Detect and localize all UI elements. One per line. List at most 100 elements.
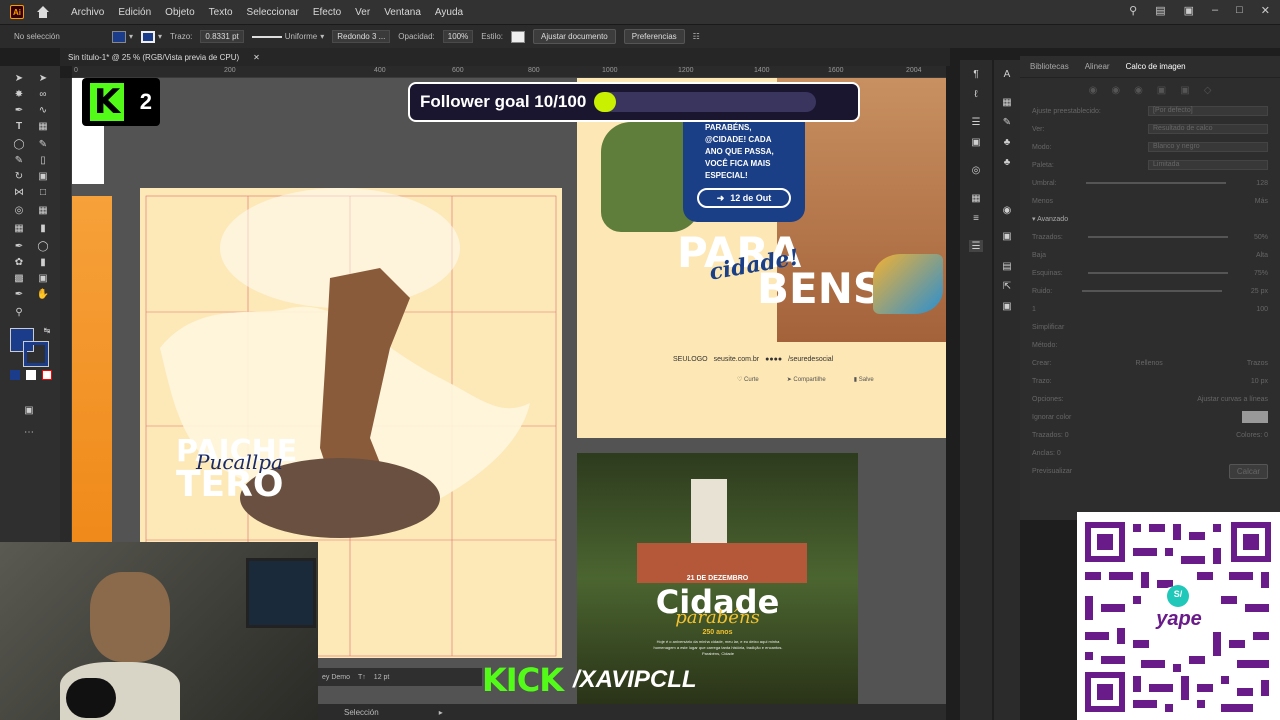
lasso-icon[interactable]: ∞	[36, 88, 50, 100]
bw-icon[interactable]: ▣	[1180, 85, 1189, 96]
artboard-tool-icon[interactable]: ▣	[36, 272, 50, 284]
shape-builder-icon[interactable]: ◎	[12, 204, 26, 216]
preferences-button[interactable]: Preferencias	[623, 29, 685, 44]
blend-tool-icon[interactable]: ◯	[36, 240, 50, 252]
menu-ver[interactable]: Ver	[348, 7, 377, 18]
snap-checkbox[interactable]: Ajustar curvas a líneas	[1197, 396, 1268, 403]
opacity-field[interactable]: 100%	[442, 30, 474, 43]
ignore-checkbox[interactable]: Ignorar color	[1032, 414, 1071, 421]
style-swatch[interactable]	[511, 30, 526, 43]
mode-dropdown[interactable]: Blanco y negro	[1148, 142, 1268, 152]
advanced-toggle[interactable]: ▾ Avanzado	[1020, 210, 1280, 228]
transform-icon[interactable]: ▦	[969, 192, 983, 204]
menu-edicion[interactable]: Edición	[111, 7, 158, 18]
swatches-icon[interactable]: ▦	[1000, 96, 1014, 108]
noise-value[interactable]: 25 px	[1251, 288, 1268, 295]
eraser-icon[interactable]: ▯	[36, 154, 50, 166]
appearance-icon[interactable]: ◎	[969, 164, 983, 176]
palette-dropdown[interactable]: Limitada	[1148, 160, 1268, 170]
free-transform-icon[interactable]: □	[36, 186, 50, 198]
zoom-tool-icon[interactable]: ⚲	[12, 306, 26, 318]
brushes-icon[interactable]: ✎	[1000, 116, 1014, 128]
scale-tool-icon[interactable]: ▣	[36, 170, 50, 182]
corners-value[interactable]: 75%	[1254, 270, 1268, 277]
stroke-panel-icon[interactable]: ☰	[969, 116, 983, 128]
eyedropper-icon[interactable]: ✒	[12, 240, 26, 252]
grid-tool-icon[interactable]: ▦	[36, 120, 50, 132]
close-icon[interactable]: ✕	[1261, 4, 1270, 17]
rotate-tool-icon[interactable]: ↻	[12, 170, 26, 182]
simplify-row[interactable]: Simplificar	[1020, 318, 1280, 336]
status-arrow-icon[interactable]: ▸	[439, 708, 443, 717]
tab-align[interactable]: Alinear	[1085, 62, 1110, 71]
symbols-icon[interactable]: ♣	[1000, 136, 1014, 148]
magic-wand-icon[interactable]: ✸	[12, 88, 26, 100]
strokes-checkbox[interactable]: Trazos	[1247, 360, 1268, 367]
stroke-color-box[interactable]	[23, 341, 49, 367]
variable-width-profile[interactable]: Uniforme ▾	[251, 32, 324, 41]
character-icon[interactable]: A	[1000, 68, 1014, 80]
color-mode-icon[interactable]	[10, 370, 20, 380]
view-dropdown[interactable]: Resultado de calco	[1148, 124, 1268, 134]
artboards-icon[interactable]: ▣	[1000, 230, 1014, 242]
menu-seleccionar[interactable]: Seleccionar	[240, 7, 306, 18]
type-tool-icon[interactable]: T	[12, 120, 26, 132]
graphic-styles-icon[interactable]: ♣	[1000, 156, 1014, 168]
hand-tool-icon[interactable]: ✋	[36, 288, 50, 300]
tab-image-trace[interactable]: Calco de imagen	[1126, 62, 1186, 71]
gradient-mode-icon[interactable]	[26, 370, 36, 380]
minimize-icon[interactable]: –	[1212, 4, 1218, 17]
search-icon[interactable]: ⚲	[1129, 4, 1137, 17]
high-color-icon[interactable]: ◉	[1111, 85, 1120, 96]
opentype-icon[interactable]: ℓ	[969, 88, 983, 100]
stroke-weight-field[interactable]: 0.8331 pt	[200, 30, 244, 43]
pen-tool-icon[interactable]: ✒	[12, 104, 26, 116]
more-tools-icon[interactable]: ⋯	[22, 426, 36, 438]
screen-mode-icon[interactable]: ▣	[22, 404, 36, 416]
mesh-tool-icon[interactable]: ▦	[12, 222, 26, 234]
width-tool-icon[interactable]: ⋈	[12, 186, 26, 198]
fill-swatch[interactable]: ▾	[112, 30, 133, 43]
artboards-panel-icon[interactable]: ▣	[1000, 300, 1014, 312]
brush-definition[interactable]: Redondo 3 ...	[332, 30, 391, 43]
menu-ventana[interactable]: Ventana	[377, 7, 428, 18]
asset-export-icon[interactable]: ▤	[1000, 260, 1014, 272]
document-tab[interactable]: Sin título-1* @ 25 % (RGB/Vista previa d…	[60, 48, 950, 66]
menu-efecto[interactable]: Efecto	[306, 7, 348, 18]
stroke-px[interactable]: 10 px	[1251, 378, 1268, 385]
font-family-field[interactable]: ey Demo	[322, 674, 350, 681]
slice-tool-icon[interactable]: ✒	[12, 288, 26, 300]
none-mode-icon[interactable]	[42, 370, 52, 380]
spray-icon[interactable]: ▮	[36, 256, 50, 268]
menu-archivo[interactable]: Archivo	[64, 7, 111, 18]
trace-button[interactable]: Calcar	[1228, 463, 1268, 479]
ellipse-tool-icon[interactable]: ◯	[12, 138, 26, 150]
preview-checkbox[interactable]: Previsualizar	[1032, 468, 1072, 475]
links-icon[interactable]: ⇱	[1000, 280, 1014, 292]
fills-checkbox[interactable]: Rellenos	[1136, 360, 1163, 367]
curvature-tool-icon[interactable]: ∿	[36, 104, 50, 116]
stroke-swatch[interactable]: ▾	[141, 30, 162, 43]
ignore-color-swatch[interactable]	[1242, 411, 1268, 423]
maximize-icon[interactable]: □	[1236, 4, 1243, 17]
tab-libraries[interactable]: Bibliotecas	[1030, 62, 1069, 71]
paintbrush-icon[interactable]: ✎	[36, 138, 50, 150]
arrange-icon[interactable]: ▣	[1184, 4, 1194, 17]
corners-slider[interactable]	[1088, 272, 1229, 274]
threshold-value[interactable]: 128	[1256, 180, 1268, 187]
noise-slider[interactable]	[1081, 290, 1222, 292]
arrange-docs-icon[interactable]: ☷	[693, 32, 700, 41]
workspace-icon[interactable]: ▤	[1155, 4, 1165, 17]
perspective-grid-icon[interactable]: ▦	[36, 204, 50, 216]
direct-selection-tool-icon[interactable]: ➤	[36, 72, 50, 84]
menu-objeto[interactable]: Objeto	[158, 7, 201, 18]
layers-icon[interactable]: ☰	[969, 240, 983, 252]
font-size-field[interactable]: 12 pt	[374, 674, 390, 681]
auto-color-icon[interactable]: ◉	[1089, 85, 1098, 96]
gradient-panel-icon[interactable]: ▣	[969, 136, 983, 148]
align-panel-icon[interactable]: ≡	[969, 212, 983, 224]
outline-icon[interactable]: ◇	[1204, 85, 1212, 96]
close-tab-icon[interactable]: ✕	[253, 53, 260, 62]
image-trace-icon[interactable]: ◉	[1000, 204, 1014, 216]
home-icon[interactable]	[36, 5, 50, 19]
